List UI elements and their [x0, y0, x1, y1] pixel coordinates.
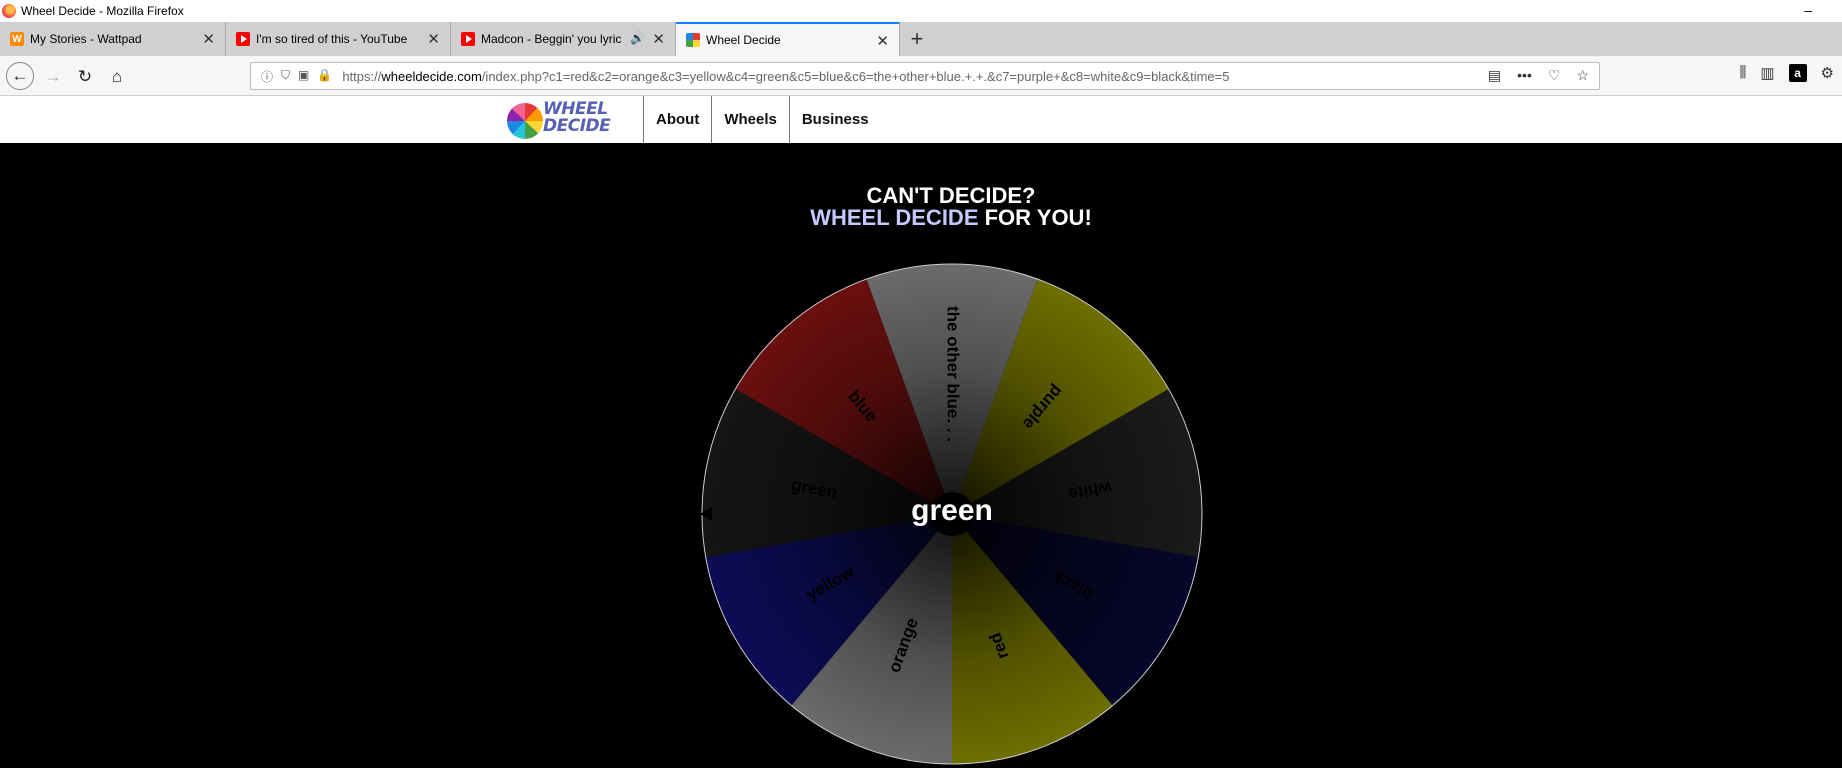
more-actions-icon[interactable]: •••: [1517, 67, 1532, 84]
headline-line2: WHEEL DECIDE FOR YOU!: [0, 207, 1842, 229]
close-icon[interactable]: ✕: [652, 30, 665, 48]
tab-label: Madcon - Beggin' you lyric: [481, 32, 622, 46]
menu-business[interactable]: Business: [788, 96, 881, 143]
info-icon[interactable]: ⓘ: [261, 68, 273, 85]
shield-icon[interactable]: ⛉: [281, 68, 290, 85]
tab-label: My Stories - Wattpad: [30, 32, 142, 46]
lock-icon[interactable]: 🔒: [317, 68, 332, 85]
headline-line1: CAN'T DECIDE?: [866, 183, 1036, 208]
youtube-icon: [236, 32, 250, 46]
headline-accent: WHEEL DECIDE: [810, 205, 979, 230]
window-titlebar: Wheel Decide - Mozilla Firefox –: [0, 0, 1842, 22]
sidebar-icon[interactable]: ▥: [1760, 64, 1774, 82]
tab-strip: W My Stories - Wattpad ✕ I'm so tired of…: [0, 22, 1842, 56]
minimize-button[interactable]: –: [1804, 0, 1812, 20]
url-domain: wheeldecide.com: [381, 68, 482, 84]
main-content: CAN'T DECIDE? WHEEL DECIDE FOR YOU! whit…: [0, 143, 1842, 768]
bookmark-star-icon[interactable]: ☆: [1576, 67, 1589, 84]
home-icon[interactable]: ⌂: [104, 64, 130, 90]
tab-label: Wheel Decide: [706, 33, 781, 47]
address-bar[interactable]: ⓘ ⛉ ▣ 🔒 https://wheeldecide.com/index.ph…: [250, 62, 1600, 90]
tab-wattpad[interactable]: W My Stories - Wattpad ✕: [0, 22, 226, 56]
forward-icon[interactable]: →: [40, 64, 66, 90]
pocket-icon[interactable]: ♡: [1548, 67, 1561, 84]
close-icon[interactable]: ✕: [427, 30, 440, 48]
menu-about[interactable]: About: [643, 96, 711, 143]
firefox-icon: [2, 4, 16, 18]
library-icon[interactable]: ⫼: [1739, 64, 1746, 82]
amazon-icon[interactable]: a: [1788, 64, 1807, 82]
wheel-decide-logo[interactable]: WHEEL DECIDE: [507, 101, 631, 139]
menu-wheels[interactable]: Wheels: [711, 96, 789, 143]
tab-label: I'm so tired of this - YouTube: [256, 32, 408, 46]
tab-wheel-decide[interactable]: Wheel Decide ✕: [676, 22, 900, 56]
reload-icon[interactable]: ↻: [72, 64, 98, 90]
close-icon[interactable]: ✕: [202, 30, 215, 48]
close-icon[interactable]: ✕: [876, 32, 889, 50]
reader-view-icon[interactable]: ▤: [1488, 67, 1501, 84]
url-prefix: https://: [342, 68, 382, 84]
extension-icon[interactable]: ⚙: [1821, 64, 1834, 82]
permissions-icon[interactable]: ▣: [298, 68, 309, 85]
site-header: WHEEL DECIDE About Wheels Business: [0, 96, 1842, 143]
tab-youtube-madcon[interactable]: Madcon - Beggin' you lyric 🔊 ✕: [451, 22, 676, 56]
speaker-icon[interactable]: 🔊: [630, 31, 645, 45]
youtube-icon: [461, 32, 475, 46]
tab-youtube-tired[interactable]: I'm so tired of this - YouTube ✕: [226, 22, 451, 56]
window-title: Wheel Decide - Mozilla Firefox: [21, 4, 184, 18]
wheel-decide-icon: [686, 33, 700, 47]
site-menu: About Wheels Business: [643, 96, 881, 143]
new-tab-button[interactable]: +: [900, 22, 934, 56]
back-icon[interactable]: ←: [6, 62, 34, 90]
logo-wheel-icon: [507, 103, 543, 139]
headline: CAN'T DECIDE? WHEEL DECIDE FOR YOU!: [0, 185, 1842, 229]
wattpad-icon: W: [10, 32, 24, 46]
headline-rest: FOR YOU!: [978, 205, 1092, 230]
navigation-toolbar: ← → ↻ ⌂ ⓘ ⛉ ▣ 🔒 https://wheeldecide.com /…: [0, 56, 1842, 96]
wheel-result: green: [911, 494, 993, 527]
url-path: /index.php?c1=red&c2=orange&c3=yellow&c4…: [481, 68, 1230, 84]
logo-text: WHEEL DECIDE: [543, 99, 611, 136]
